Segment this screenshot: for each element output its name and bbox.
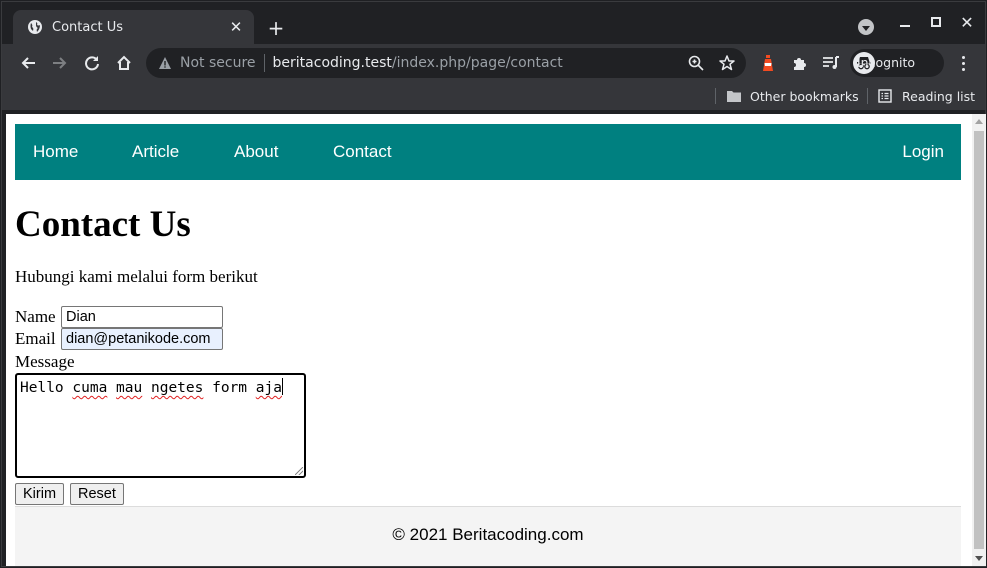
globe-icon xyxy=(27,19,43,35)
back-button[interactable] xyxy=(16,51,40,75)
name-input[interactable]: Dian xyxy=(61,306,223,328)
browser-toolbar: Not secure beritacoding.test/index.php/p… xyxy=(2,44,985,82)
scroll-down-arrow-icon[interactable] xyxy=(975,556,983,561)
arrow-right-icon xyxy=(53,57,67,69)
message-textarea[interactable]: Hello cuma mau ngetes form aja xyxy=(15,373,306,478)
vertical-scrollbar[interactable] xyxy=(972,114,986,566)
browser-window: Contact Us ✕ + ✕ Not secure beritacoding… xyxy=(1,1,986,567)
new-tab-button[interactable]: + xyxy=(264,16,288,40)
tab-search-button[interactable] xyxy=(858,19,874,35)
tab-close-icon[interactable]: ✕ xyxy=(224,15,248,39)
email-label: Email xyxy=(15,329,56,348)
scroll-up-arrow-icon[interactable] xyxy=(975,119,983,124)
site-navbar: Home Article About Contact Login xyxy=(15,124,961,180)
url-path: /index.php/page/contact xyxy=(391,55,563,71)
message-word: form xyxy=(212,380,248,396)
page-viewport: Home Article About Contact Login Contact… xyxy=(6,114,972,566)
reading-list-label: Reading list xyxy=(902,88,976,104)
arrow-left-icon xyxy=(21,57,35,69)
zoom-icon[interactable] xyxy=(688,55,704,71)
message-word: cuma xyxy=(72,380,108,396)
media-control-icon[interactable] xyxy=(822,54,840,72)
message-word: aja xyxy=(255,380,282,396)
home-button[interactable] xyxy=(112,51,136,75)
name-label: Name xyxy=(15,307,56,326)
reset-button[interactable]: Reset xyxy=(70,483,124,505)
nav-about-link[interactable]: About xyxy=(234,124,278,180)
message-word: Hello xyxy=(20,380,64,396)
browser-menu-icon[interactable] xyxy=(954,54,972,72)
submit-button[interactable]: Kirim xyxy=(15,483,65,505)
close-window-button[interactable]: ✕ xyxy=(955,12,979,32)
nav-login-link[interactable]: Login xyxy=(902,124,944,180)
resize-handle[interactable] xyxy=(295,467,303,475)
reading-list[interactable]: Reading list xyxy=(878,86,975,106)
incognito-profile-button[interactable]: Incognito xyxy=(850,49,944,77)
address-divider xyxy=(263,54,265,72)
reading-list-icon xyxy=(878,89,894,103)
site-footer: © 2021 Beritacoding.com xyxy=(15,506,961,566)
bookmark-divider xyxy=(715,88,716,104)
message-word: mau xyxy=(116,380,143,396)
page-title: Contact Us xyxy=(15,204,191,245)
forward-button[interactable] xyxy=(48,51,72,75)
maximize-button[interactable] xyxy=(924,12,948,32)
email-input[interactable]: dian@petanikode.com xyxy=(61,328,223,350)
lighthouse-extension-icon[interactable] xyxy=(759,54,777,72)
browser-tab[interactable]: Contact Us ✕ xyxy=(13,10,254,44)
profile-label: Incognito xyxy=(857,55,916,70)
folder-icon xyxy=(726,89,742,103)
nav-contact-link[interactable]: Contact xyxy=(333,124,392,180)
tab-strip: Contact Us ✕ + ✕ xyxy=(2,2,985,44)
nav-article-link[interactable]: Article xyxy=(132,124,179,180)
reload-button[interactable] xyxy=(80,51,104,75)
address-bar[interactable]: Not secure beritacoding.test/index.php/p… xyxy=(146,48,746,78)
text-caret xyxy=(281,378,283,395)
reload-icon xyxy=(85,56,99,71)
minimize-button[interactable] xyxy=(893,12,917,32)
nav-home-link[interactable]: Home xyxy=(33,124,78,180)
home-icon xyxy=(117,55,131,70)
other-bookmarks-label: Other bookmarks xyxy=(750,88,859,104)
tab-title: Contact Us xyxy=(52,19,123,35)
intro-text: Hubungi kami melalui form berikut xyxy=(15,267,258,286)
url-host: beritacoding.test xyxy=(272,55,392,71)
message-word: ngetes xyxy=(150,380,204,396)
bookmark-divider xyxy=(867,88,868,104)
bookmark-star-icon[interactable] xyxy=(718,54,736,72)
bookmarks-bar: Other bookmarks Reading list xyxy=(2,82,985,110)
other-bookmarks[interactable]: Other bookmarks xyxy=(726,86,859,106)
security-label[interactable]: Not secure xyxy=(180,55,256,71)
warning-icon xyxy=(158,56,172,70)
scrollbar-thumb[interactable] xyxy=(974,131,984,549)
message-label: Message xyxy=(15,352,75,371)
extensions-puzzle-icon[interactable] xyxy=(791,54,809,72)
